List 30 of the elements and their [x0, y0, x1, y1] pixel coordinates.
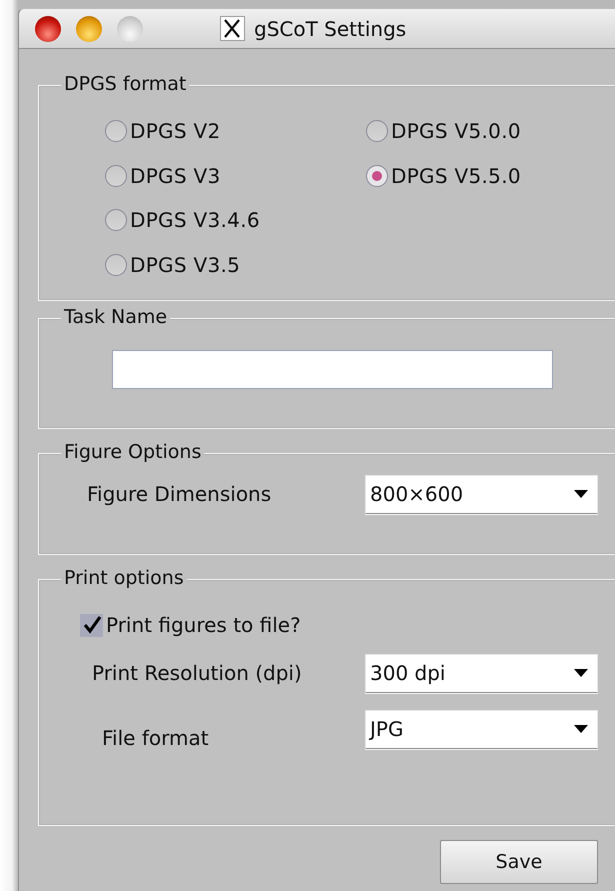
dropdown[interactable]: 800×600	[365, 474, 598, 514]
radio-icon[interactable]	[105, 120, 127, 142]
close-button[interactable]	[35, 16, 61, 42]
radio-option[interactable]: DPGS V5.0.0	[366, 109, 615, 154]
radio-icon[interactable]	[105, 209, 127, 232]
radio-option[interactable]: DPGS V3.4.6	[105, 198, 366, 242]
x-logo-icon	[220, 16, 245, 41]
caret-icon	[574, 725, 588, 733]
radio-option[interactable]: DPGS V3.5	[105, 242, 366, 287]
caret-icon	[574, 490, 588, 498]
radio-option[interactable]: DPGS V5.5.0	[366, 154, 615, 198]
radio-option[interactable]: DPGS V2	[105, 109, 366, 154]
field-label: Figure Dimensions	[87, 482, 272, 506]
radio-icon[interactable]	[366, 164, 388, 187]
radio-icon[interactable]	[366, 120, 388, 142]
zoom-button[interactable]	[117, 16, 143, 42]
task-name-field[interactable]	[112, 350, 553, 389]
radio-icon[interactable]	[105, 254, 127, 276]
radio-icon[interactable]	[105, 164, 127, 187]
save-button[interactable]: Save	[440, 840, 598, 884]
checkbox-option[interactable]: Print figures to file?	[80, 613, 615, 637]
dropdown[interactable]: 300 dpi	[365, 654, 598, 692]
minimize-button[interactable]	[76, 16, 102, 42]
dropdown[interactable]: JPG	[365, 710, 598, 748]
field-label: Print Resolution (dpi)	[92, 661, 303, 685]
radio-option[interactable]: DPGS V3	[105, 154, 366, 198]
window-title: gSCoT Settings	[254, 16, 406, 40]
field-label: File format	[102, 725, 210, 750]
caret-icon	[574, 669, 588, 677]
checkbox[interactable]	[80, 614, 103, 636]
